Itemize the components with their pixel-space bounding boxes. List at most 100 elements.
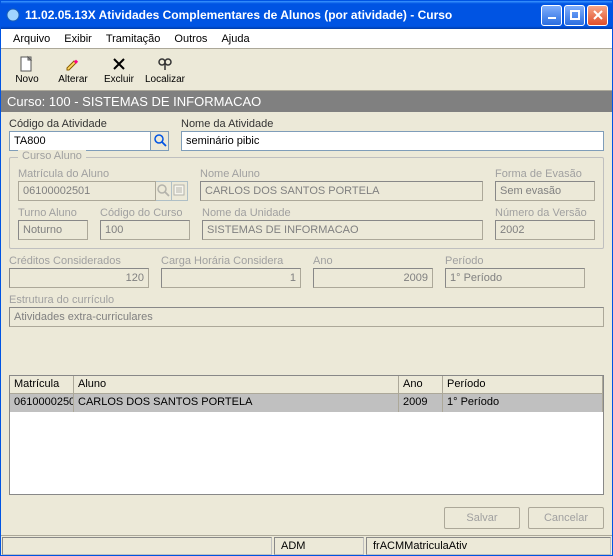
- minimize-button[interactable]: [541, 5, 562, 26]
- nome-aluno-value: CARLOS DOS SANTOS PORTELA: [200, 181, 483, 201]
- forma-evasao-label: Forma de Evasão: [495, 168, 595, 180]
- curso-aluno-group: Curso Aluno Matrícula do Aluno: [9, 157, 604, 249]
- status-form-text: frACMMatriculaAtiv: [373, 540, 467, 552]
- periodo-value: 1° Período: [445, 268, 585, 288]
- forma-evasao-field: Forma de Evasão Sem evasão: [495, 168, 595, 201]
- ano-value: 2009: [313, 268, 433, 288]
- content-area: Código da Atividade Nome da Atividade Cu…: [1, 112, 612, 535]
- menu-arquivo[interactable]: Arquivo: [7, 31, 56, 47]
- carga-field: Carga Horária Considera 1: [161, 255, 301, 288]
- th-periodo[interactable]: Período: [443, 376, 603, 393]
- forma-evasao-value: Sem evasão: [495, 181, 595, 201]
- creditos-label: Créditos Considerados: [9, 255, 149, 267]
- num-versao-field: Número da Versão 2002: [495, 207, 595, 240]
- codigo-atividade-label: Código da Atividade: [9, 118, 169, 130]
- activity-row: Código da Atividade Nome da Atividade: [9, 118, 604, 151]
- table-header-row: Matrícula Aluno Ano Período: [10, 376, 603, 394]
- localizar-button[interactable]: Localizar: [143, 51, 187, 89]
- menu-exibir[interactable]: Exibir: [58, 31, 98, 47]
- menu-outros-label: Outros: [174, 33, 207, 45]
- cod-curso-label: Código do Curso: [100, 207, 190, 219]
- titlebar: 11.02.05.13X Atividades Complementares d…: [1, 1, 612, 29]
- close-button[interactable]: [587, 5, 608, 26]
- status-cell-1: [2, 537, 272, 555]
- list-icon: [172, 183, 186, 200]
- toolbar: Novo Alterar Excluir Localizar: [1, 49, 612, 91]
- th-aluno[interactable]: Aluno: [74, 376, 399, 393]
- creditos-field: Créditos Considerados 120: [9, 255, 149, 288]
- delete-icon: [109, 55, 129, 73]
- status-form: frACMMatriculaAtiv: [366, 537, 611, 555]
- estrutura-field: Estrutura do currículo Atividades extra-…: [9, 294, 604, 369]
- table-row[interactable]: 0610000250 CARLOS DOS SANTOS PORTELA 200…: [10, 394, 603, 412]
- window: 11.02.05.13X Atividades Complementares d…: [0, 0, 613, 556]
- menubar: Arquivo Exibir Tramitação Outros Ajuda: [1, 29, 612, 49]
- find-icon: [155, 55, 175, 73]
- status-user-text: ADM: [281, 540, 305, 552]
- nome-aluno-label: Nome Aluno: [200, 168, 483, 180]
- codigo-atividade-lookup-button[interactable]: [151, 131, 169, 151]
- novo-button[interactable]: Novo: [5, 51, 49, 89]
- course-banner-text: Curso: 100 - SISTEMAS DE INFORMACAO: [7, 94, 261, 109]
- excluir-button[interactable]: Excluir: [97, 51, 141, 89]
- nome-atividade-input[interactable]: [181, 131, 604, 151]
- menu-arquivo-label: Arquivo: [13, 33, 50, 45]
- alterar-label: Alterar: [58, 74, 87, 85]
- nome-unidade-value: SISTEMAS DE INFORMACAO: [202, 220, 483, 240]
- matricula-list-button: [172, 181, 188, 201]
- curso-aluno-legend: Curso Aluno: [18, 150, 86, 162]
- ano-label: Ano: [313, 255, 433, 267]
- search-icon: [153, 133, 167, 150]
- cod-curso-field: Código do Curso 100: [100, 207, 190, 240]
- nome-unidade-field: Nome da Unidade SISTEMAS DE INFORMACAO: [202, 207, 483, 240]
- matricula-input: [18, 181, 156, 201]
- periodo-field: Período 1° Período: [445, 255, 585, 288]
- turno-label: Turno Aluno: [18, 207, 88, 219]
- creditos-value: 120: [9, 268, 149, 288]
- cell-periodo: 1° Período: [443, 394, 603, 412]
- menu-tramitacao-label: Tramitação: [106, 33, 161, 45]
- cell-matricula: 0610000250: [10, 394, 74, 412]
- num-versao-value: 2002: [495, 220, 595, 240]
- matricula-lookup-button: [156, 181, 172, 201]
- estrutura-value: Atividades extra-curriculares: [9, 307, 604, 327]
- alterar-button[interactable]: Alterar: [51, 51, 95, 89]
- menu-ajuda-label: Ajuda: [221, 33, 249, 45]
- carga-label: Carga Horária Considera: [161, 255, 301, 267]
- cell-ano: 2009: [399, 394, 443, 412]
- th-ano[interactable]: Ano: [399, 376, 443, 393]
- edit-icon: [63, 55, 83, 73]
- menu-outros[interactable]: Outros: [168, 31, 213, 47]
- carga-value: 1: [161, 268, 301, 288]
- window-controls: [541, 5, 608, 26]
- status-user: ADM: [274, 537, 364, 555]
- ano-field: Ano 2009: [313, 255, 433, 288]
- periodo-label: Período: [445, 255, 585, 267]
- th-matricula[interactable]: Matrícula: [10, 376, 74, 393]
- salvar-button: Salvar: [444, 507, 520, 529]
- menu-tramitacao[interactable]: Tramitação: [100, 31, 167, 47]
- search-icon: [156, 183, 170, 200]
- cod-curso-value: 100: [100, 220, 190, 240]
- course-banner: Curso: 100 - SISTEMAS DE INFORMACAO: [1, 91, 612, 112]
- nome-atividade-field: Nome da Atividade: [181, 118, 604, 151]
- novo-label: Novo: [15, 74, 38, 85]
- codigo-atividade-input[interactable]: [9, 131, 151, 151]
- statusbar: ADM frACMMatriculaAtiv: [1, 535, 612, 555]
- new-icon: [17, 55, 37, 73]
- window-title: 11.02.05.13X Atividades Complementares d…: [25, 8, 541, 22]
- footer-buttons: Salvar Cancelar: [9, 501, 604, 531]
- info-row: Créditos Considerados 120 Carga Horária …: [9, 255, 604, 288]
- matricula-field: Matrícula do Aluno: [18, 168, 188, 201]
- matricula-label: Matrícula do Aluno: [18, 168, 188, 180]
- nome-atividade-label: Nome da Atividade: [181, 118, 604, 130]
- app-icon: [5, 7, 21, 23]
- menu-ajuda[interactable]: Ajuda: [215, 31, 255, 47]
- maximize-button[interactable]: [564, 5, 585, 26]
- excluir-label: Excluir: [104, 74, 134, 85]
- students-table[interactable]: Matrícula Aluno Ano Período 0610000250 C…: [9, 375, 604, 495]
- turno-value: Noturno: [18, 220, 88, 240]
- cancelar-button: Cancelar: [528, 507, 604, 529]
- estrutura-label: Estrutura do currículo: [9, 294, 604, 306]
- menu-exibir-label: Exibir: [64, 33, 92, 45]
